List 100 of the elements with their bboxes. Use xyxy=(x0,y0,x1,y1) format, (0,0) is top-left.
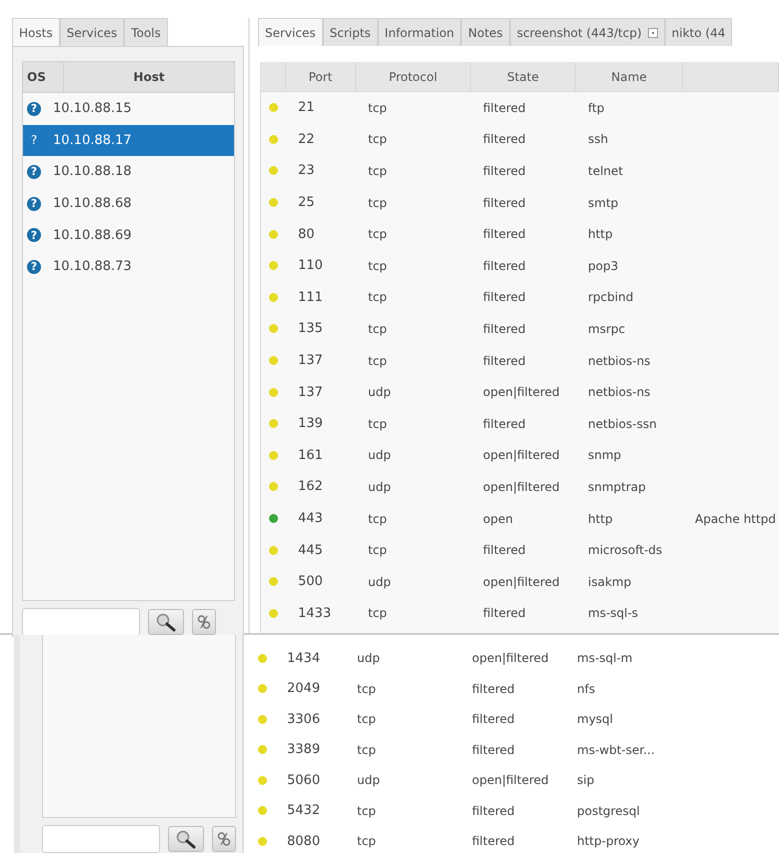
port-cell-text: 5060 xyxy=(286,772,322,788)
protocol-cell-text: udp xyxy=(356,651,381,666)
column-header: Protocol xyxy=(356,62,471,91)
protocol-cell-text: udp xyxy=(356,773,381,788)
port-cell-text: 21 xyxy=(297,100,316,116)
tab[interactable]: Hosts xyxy=(12,18,60,46)
state-cell-text: filtered xyxy=(482,354,527,368)
name-cell-text: nfs xyxy=(576,682,596,696)
host-row[interactable]: ? 10.10.88.73 xyxy=(23,250,234,283)
search-button[interactable] xyxy=(148,609,184,635)
circles-icon xyxy=(197,614,211,630)
state-cell-text: filtered xyxy=(482,132,527,146)
port-cell-text: 23 xyxy=(297,163,316,178)
search-icon xyxy=(155,612,177,632)
protocol-cell-text: udp xyxy=(367,574,392,589)
host-row[interactable]: ? 10.10.88.68 xyxy=(23,188,234,220)
protocol-cell-text: tcp xyxy=(367,132,388,146)
column-header: OS xyxy=(23,62,64,92)
port-cell-text: 8080 xyxy=(286,834,322,849)
name-cell-text: snmptrap xyxy=(587,480,647,494)
port-cell-text: 135 xyxy=(297,321,324,336)
protocol-cell-text: tcp xyxy=(367,290,388,304)
search-button[interactable] xyxy=(168,826,204,852)
protocol-cell-text: tcp xyxy=(367,258,388,273)
search-field[interactable] xyxy=(22,608,140,636)
name-cell-text: isakmp xyxy=(587,574,632,589)
port-cell-text: 139 xyxy=(297,416,324,432)
state-cell-text: filtered xyxy=(482,164,527,178)
name-cell-text: postgresql xyxy=(576,804,641,818)
protocol-cell-text: tcp xyxy=(356,682,377,696)
protocol-cell-text: tcp xyxy=(356,804,377,818)
port-cell-text: 1434 xyxy=(286,650,322,666)
os-icon: ? xyxy=(27,164,41,179)
name-cell-text: rpcbind xyxy=(587,290,634,304)
tab[interactable]: nikto (44 xyxy=(664,18,732,46)
name-cell-text: telnet xyxy=(587,164,624,178)
tab[interactable]: Information xyxy=(378,18,462,46)
protocol-cell-text: tcp xyxy=(367,196,388,210)
port-cell-text: 500 xyxy=(297,574,324,590)
host-address: 10.10.88.18 xyxy=(53,164,132,180)
protocol-cell-text: udp xyxy=(367,448,392,462)
close-icon[interactable] xyxy=(648,28,658,38)
state-cell-text: open|filtered xyxy=(482,574,561,589)
protocol-cell-text: tcp xyxy=(367,543,388,558)
name-cell-text: http-proxy xyxy=(576,834,640,848)
port-cell-text: 110 xyxy=(297,258,324,274)
host-row[interactable]: ? 10.10.88.18 xyxy=(23,156,234,188)
filter-button[interactable] xyxy=(212,826,236,852)
port-cell-text: 137 xyxy=(297,353,324,368)
host-address: 10.10.88.69 xyxy=(53,228,132,243)
port-cell-text: 137 xyxy=(297,384,324,400)
tab[interactable]: Services xyxy=(60,18,124,46)
state-cell-text: filtered xyxy=(471,834,516,848)
state-cell-text: filtered xyxy=(482,196,527,210)
tab[interactable]: Tools xyxy=(124,18,168,46)
os-icon: ? xyxy=(27,260,41,274)
name-cell-text: netbios-ssn xyxy=(587,416,658,431)
port-cell-text: 3389 xyxy=(286,742,322,758)
column-header: Port xyxy=(286,62,356,91)
state-cell-text: filtered xyxy=(471,742,516,757)
protocol-cell-text: tcp xyxy=(367,354,388,368)
state-cell-text: open|filtered xyxy=(471,773,550,788)
port-cell-text: 443 xyxy=(297,511,324,526)
protocol-cell-text: tcp xyxy=(356,834,377,848)
state-cell-text: open|filtered xyxy=(482,385,561,400)
tab[interactable]: Notes xyxy=(461,18,510,46)
tab[interactable]: Services xyxy=(258,18,323,46)
tab[interactable]: Scripts xyxy=(322,18,378,46)
protocol-cell-text: tcp xyxy=(367,322,388,336)
host-row[interactable]: ? 10.10.88.15 xyxy=(23,93,234,125)
search-icon xyxy=(175,829,197,849)
host-row[interactable]: ? 10.10.88.17 xyxy=(23,124,234,156)
tab[interactable]: screenshot (443/tcp) xyxy=(510,18,665,46)
port-cell-text: 22 xyxy=(297,132,316,147)
os-icon: ? xyxy=(27,196,41,211)
state-cell-text: filtered xyxy=(482,258,527,273)
filter-button[interactable] xyxy=(192,609,216,635)
state-cell-text: filtered xyxy=(482,416,527,431)
host-row[interactable]: ? 10.10.88.69 xyxy=(23,219,234,251)
name-cell-text: http xyxy=(587,227,614,242)
os-icon: ? xyxy=(27,228,41,242)
port-cell-text: 445 xyxy=(297,542,324,558)
search-field[interactable] xyxy=(42,825,160,853)
state-cell-text: filtered xyxy=(482,543,527,558)
protocol-cell-text: tcp xyxy=(367,606,388,620)
name-cell-text: smtp xyxy=(587,196,620,210)
column-header: State xyxy=(471,62,576,91)
state-cell-text: filtered xyxy=(482,290,527,304)
name-cell-text: ms-sql-s xyxy=(587,606,640,620)
name-cell-text: ssh xyxy=(587,132,610,146)
name-cell-text: mysql xyxy=(576,712,614,726)
host-address: 10.10.88.15 xyxy=(53,101,132,116)
name-cell-text: snmp xyxy=(587,448,622,462)
host-address: 10.10.88.17 xyxy=(53,132,132,148)
state-cell-text: filtered xyxy=(471,712,516,726)
protocol-cell-text: tcp xyxy=(367,227,388,242)
protocol-cell-text: tcp xyxy=(367,512,388,526)
name-cell-text: sip xyxy=(576,773,596,788)
host-address: 10.10.88.73 xyxy=(53,259,132,274)
port-cell-text: 80 xyxy=(297,226,316,242)
